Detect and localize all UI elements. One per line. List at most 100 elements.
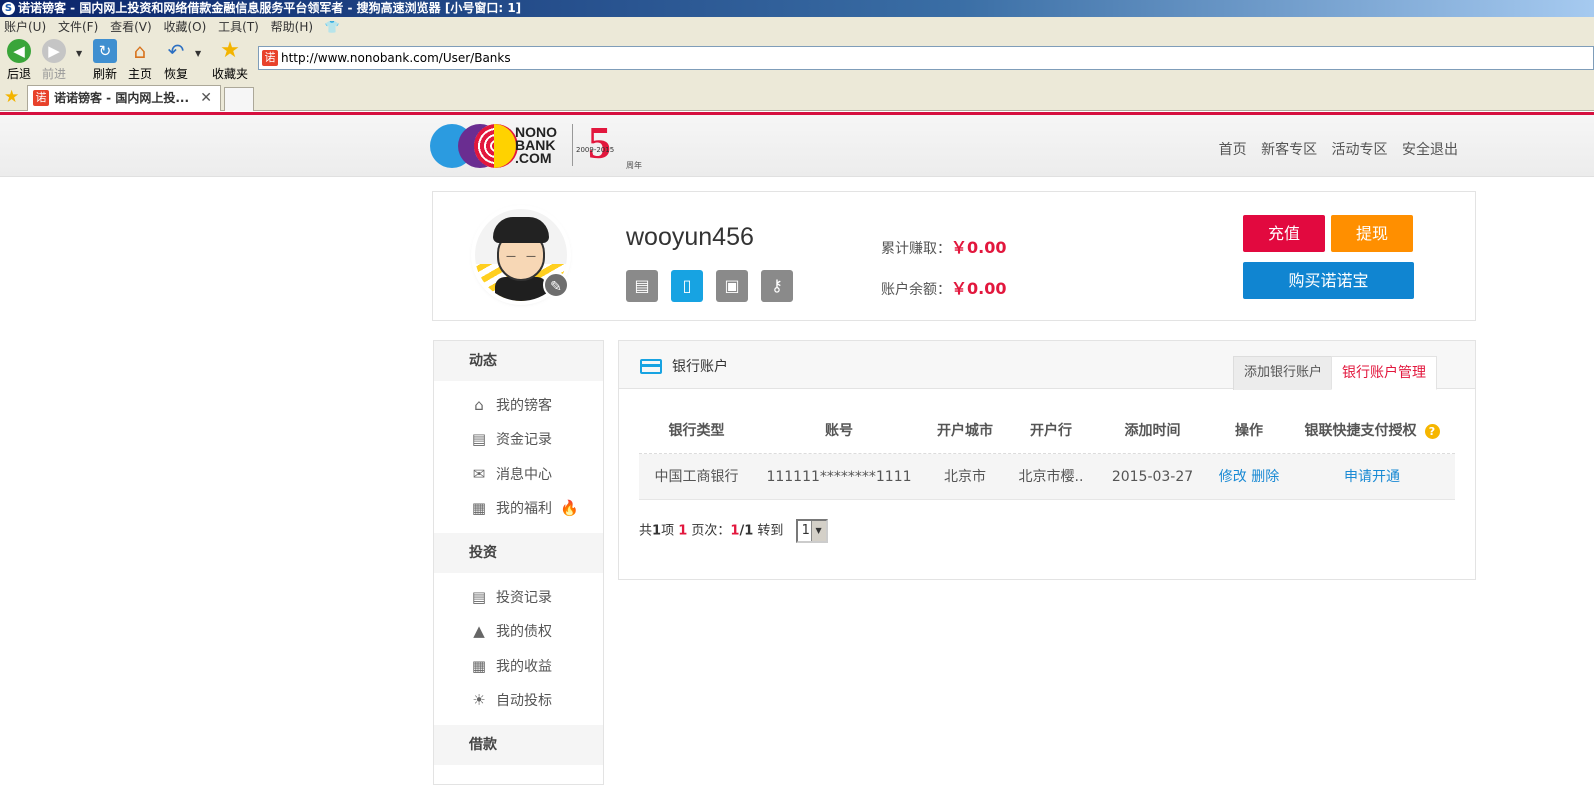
balance-value: ￥0.00 bbox=[951, 279, 1007, 298]
page-select-value: 1 bbox=[801, 523, 810, 538]
logo-text: NONO BANK .COM bbox=[515, 124, 557, 166]
sidebar-section-activity: 动态 bbox=[434, 341, 603, 381]
money-bag-icon: ▲ bbox=[473, 622, 485, 640]
sogou-browser-icon: S bbox=[2, 2, 15, 15]
menu-view[interactable]: 查看(V) bbox=[106, 17, 156, 37]
refresh-icon: ↻ bbox=[93, 39, 117, 63]
bank-account-table: 银行类型 账号 开户城市 开户行 添加时间 操作 银联快捷支付授权? 中国工商银… bbox=[639, 408, 1455, 500]
restore-dropdown-icon[interactable]: ▼ bbox=[195, 49, 201, 58]
cell-bank-type: 中国工商银行 bbox=[654, 469, 739, 485]
pager-page-label: 页次： bbox=[691, 523, 731, 539]
help-question-icon[interactable]: ? bbox=[1424, 423, 1440, 439]
refresh-button[interactable]: ↻ 刷新 bbox=[87, 39, 123, 82]
col-added-time: 添加时间 bbox=[1124, 423, 1181, 439]
tab-add-bank-account[interactable]: 添加银行账户 bbox=[1233, 356, 1334, 390]
address-url: http://www.nonobank.com/User/Banks bbox=[281, 51, 511, 65]
col-account: 账号 bbox=[825, 423, 853, 439]
window-title: 诺诺镑客 - 国内网上投资和网络借款金融信息服务平台领军者 - 搜狗高速浏览器 … bbox=[18, 1, 522, 15]
sidebar-section-loan: 借款 bbox=[434, 725, 603, 765]
panel-header: 银行账户 添加银行账户 银行账户管理 bbox=[619, 341, 1475, 390]
pager-page-total: /1 bbox=[739, 523, 754, 539]
key-icon[interactable]: ⚷ bbox=[761, 270, 793, 302]
sidebar-item-my-bank[interactable]: ⌂ 我的镑客 bbox=[468, 394, 552, 416]
tab-nonobank[interactable]: 诺 诺诺镑客 - 国内网上投... ✕ bbox=[27, 85, 221, 111]
home-button[interactable]: ⌂ 主页 bbox=[122, 39, 158, 82]
menu-file[interactable]: 文件(F) bbox=[54, 17, 102, 37]
sidebar-item-invest-records[interactable]: ▤ 投资记录 bbox=[468, 586, 552, 608]
bookmark-star-icon[interactable]: ★ bbox=[4, 87, 19, 107]
sidebar-item-fund-records[interactable]: ▤ 资金记录 bbox=[468, 428, 552, 450]
balance-label: 账户余额： bbox=[881, 282, 951, 298]
bank-card-icon bbox=[640, 359, 662, 374]
avatar-hair bbox=[493, 217, 549, 243]
lightbulb-icon: ☀ bbox=[472, 691, 486, 709]
bank-account-panel: 银行账户 添加银行账户 银行账户管理 银行类型 账号 开户城市 开户行 添加时间… bbox=[618, 340, 1476, 580]
envelope-icon: ✉ bbox=[472, 465, 486, 483]
edit-link[interactable]: 修改 bbox=[1219, 469, 1247, 485]
menu-favorites[interactable]: 收藏(O) bbox=[160, 17, 211, 37]
pagination: 共1项 1 页次：1/1 转到 1 ▼ bbox=[639, 519, 828, 544]
sidebar-item-auto-bid[interactable]: ☀ 自动投标 bbox=[468, 689, 552, 711]
menu-account[interactable]: 账户(U) bbox=[0, 17, 50, 37]
logo-years: 2009-2015 bbox=[576, 146, 615, 154]
forward-button[interactable]: ▶ 前进 bbox=[36, 39, 72, 82]
edit-avatar-icon[interactable]: ✎ bbox=[543, 272, 569, 298]
sidebar-item-my-earnings[interactable]: ▦ 我的收益 bbox=[468, 655, 552, 677]
cell-account: 111111********1111 bbox=[766, 469, 912, 485]
pager-current: 1 bbox=[678, 523, 688, 539]
nav-logout[interactable]: 安全退出 bbox=[1402, 142, 1458, 158]
total-earned-label: 累计赚取： bbox=[881, 241, 951, 257]
address-bar[interactable]: 诺 http://www.nonobank.com/User/Banks bbox=[258, 46, 1594, 70]
star-icon: ★ bbox=[220, 38, 240, 63]
delete-link[interactable]: 删除 bbox=[1251, 469, 1279, 485]
site-header: NONO BANK .COM 5 2009-2015 周年 首页 新客专区 活动… bbox=[0, 115, 1594, 177]
col-branch: 开户行 bbox=[1030, 423, 1072, 439]
nav-home[interactable]: 首页 bbox=[1219, 142, 1247, 158]
skin-icon[interactable]: 👕 bbox=[321, 17, 344, 37]
withdraw-button[interactable]: 提现 bbox=[1331, 215, 1413, 252]
id-card-icon[interactable]: ▤ bbox=[626, 270, 658, 302]
tab-manage-bank-accounts[interactable]: 银行账户管理 bbox=[1331, 356, 1437, 390]
favorites-button[interactable]: ★ 收藏夹 bbox=[208, 39, 252, 82]
restore-button[interactable]: ↶ 恢复 bbox=[158, 39, 194, 82]
recharge-button[interactable]: 充值 bbox=[1243, 215, 1325, 252]
sidebar-item-benefits[interactable]: ▦ 我的福利 🔥 bbox=[468, 497, 579, 519]
sidebar-item-messages[interactable]: ✉ 消息中心 bbox=[468, 463, 552, 485]
col-operations: 操作 bbox=[1235, 423, 1263, 439]
menu-help[interactable]: 帮助(H) bbox=[267, 17, 317, 37]
cell-added-time: 2015-03-27 bbox=[1111, 469, 1194, 485]
col-city: 开户城市 bbox=[937, 423, 993, 439]
tab-close-icon[interactable]: ✕ bbox=[200, 86, 212, 110]
bank-card-icon[interactable]: ▣ bbox=[716, 270, 748, 302]
new-tab-button[interactable] bbox=[224, 87, 254, 111]
nav-activities[interactable]: 活动专区 bbox=[1332, 142, 1388, 158]
phone-icon[interactable]: ▯ bbox=[671, 270, 703, 302]
nonobank-logo[interactable]: NONO BANK .COM 5 2009-2015 周年 bbox=[430, 117, 650, 170]
refresh-label: 刷新 bbox=[92, 67, 117, 81]
menu-tools[interactable]: 工具(T) bbox=[214, 17, 263, 37]
buy-nonobao-button[interactable]: 购买诺诺宝 bbox=[1243, 262, 1414, 299]
apply-activation-link[interactable]: 申请开通 bbox=[1344, 469, 1400, 485]
home-label: 主页 bbox=[127, 67, 152, 81]
pager-prefix: 共 bbox=[639, 523, 653, 539]
logo-divider bbox=[572, 124, 573, 166]
sidebar-item-my-claims[interactable]: ▲ 我的债权 bbox=[468, 620, 552, 642]
logo-five: 5 bbox=[588, 117, 611, 168]
browser-toolbar: ◀ 后退 ▶ 前进 ▼ ↻ 刷新 ⌂ 主页 ↶ 恢复 ▼ ★ 收藏夹 诺 htt… bbox=[0, 37, 1594, 83]
back-arrow-icon: ◀ bbox=[7, 39, 31, 63]
chart-icon: ▦ bbox=[471, 657, 487, 675]
forward-dropdown-icon[interactable]: ▼ bbox=[76, 49, 82, 58]
flame-icon: 🔥 bbox=[560, 499, 579, 517]
nav-new-users[interactable]: 新客专区 bbox=[1261, 142, 1317, 158]
document-icon: ▤ bbox=[471, 588, 487, 606]
page-select[interactable]: 1 ▼ bbox=[795, 519, 828, 543]
back-button[interactable]: ◀ 后退 bbox=[1, 39, 37, 82]
sidebar-item-label: 资金记录 bbox=[496, 432, 552, 448]
cell-operations: 修改 删除 bbox=[1209, 454, 1289, 500]
col-unionpay-auth-label: 银联快捷支付授权 bbox=[1304, 423, 1417, 439]
forward-label: 前进 bbox=[41, 67, 66, 81]
dropdown-arrow-icon: ▼ bbox=[810, 521, 826, 541]
pager-unit: 项 bbox=[661, 523, 675, 539]
tab-favicon-icon: 诺 bbox=[33, 90, 49, 106]
col-unionpay-auth: 银联快捷支付授权? bbox=[1289, 408, 1455, 454]
